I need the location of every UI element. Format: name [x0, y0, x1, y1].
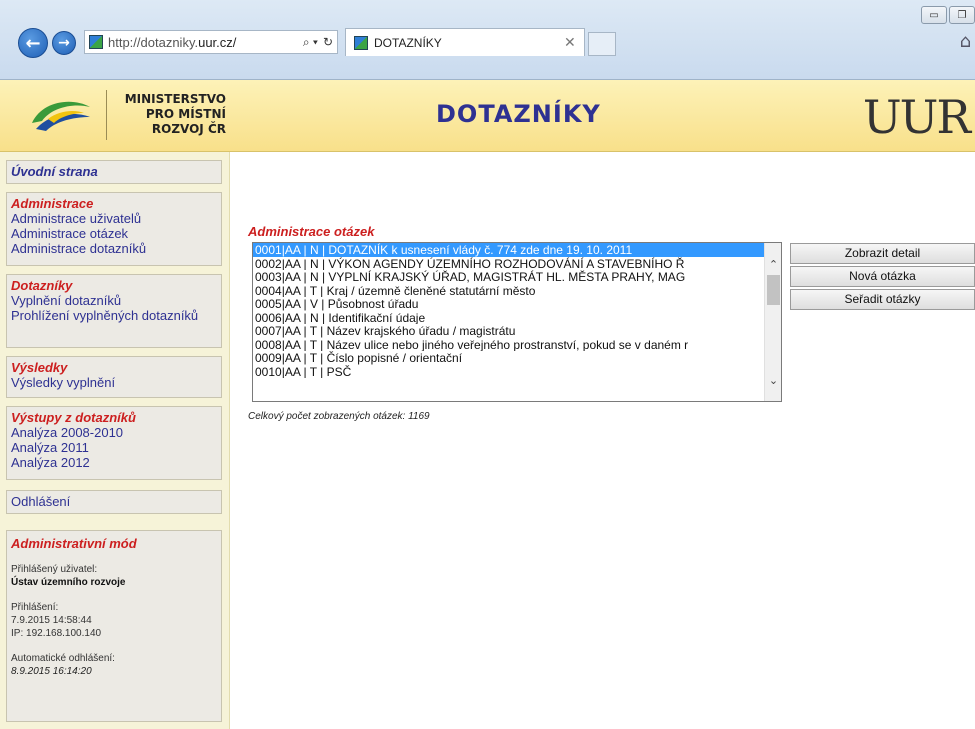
admin-mode-title: Administrativní mód	[11, 536, 137, 551]
list-item[interactable]: 0010|AA | T | PSČ	[253, 365, 765, 379]
sidebar-item-fill-questionnaires[interactable]: Vyplnění dotazníků	[11, 293, 217, 308]
sidebar-item-analysis-2011[interactable]: Analýza 2011	[11, 440, 217, 455]
sidebar-outputs-box: Výstupy z dotazníků Analýza 2008-2010 An…	[6, 406, 222, 480]
logo-separator	[106, 90, 107, 140]
login-time: 7.9.2015 14:58:44	[11, 615, 92, 626]
sidebar-section-admin[interactable]: Administrace	[11, 196, 217, 211]
scroll-up-icon[interactable]: ⌃	[765, 257, 781, 273]
new-question-button[interactable]: Nová otázka	[790, 266, 975, 287]
page-header: MINISTERSTVO PRO MÍSTNÍ ROZVOJ ČR DOTAZN…	[0, 80, 975, 152]
uur-logo: UUR	[862, 90, 971, 144]
logged-user-label: Přihlášený uživatel:	[11, 564, 98, 575]
login-label: Přihlášení:	[11, 602, 59, 613]
address-bar[interactable]: http://dotazniky.uur.cz/ ⌕ ▾ ↻	[84, 30, 338, 54]
ministry-logo-icon	[32, 101, 90, 131]
list-item[interactable]: 0003|AA | N | VYPLNÍ KRAJSKÝ ÚŘAD, MAGIS…	[253, 270, 765, 284]
list-item[interactable]: 0006|AA | N | Identifikační údaje	[253, 311, 765, 325]
main-content: Administrace otázek 0001|AA | N | DOTAZN…	[230, 152, 975, 729]
sidebar-item-admin-questions[interactable]: Administrace otázek	[11, 226, 217, 241]
scroll-down-icon[interactable]: ⌄	[765, 373, 781, 389]
sidebar-questionnaires-box: Dotazníky Vyplnění dotazníků Prohlížení …	[6, 274, 222, 348]
tab-favicon-icon	[354, 35, 368, 50]
sidebar-section-questionnaires[interactable]: Dotazníky	[11, 278, 217, 293]
browser-chrome: ▭ ❐ ← → http://dotazniky.uur.cz/ ⌕ ▾ ↻ D…	[0, 0, 975, 80]
sidebar-item-fill-results[interactable]: Výsledky vyplnění	[11, 375, 217, 390]
admin-mode-panel: Administrativní mód Přihlášený uživatel:…	[6, 530, 222, 722]
sidebar-section-outputs[interactable]: Výstupy z dotazníků	[11, 410, 217, 425]
logged-user-value: Ústav územního rozvoje	[11, 577, 126, 588]
list-item[interactable]: 0005|AA | V | Působnost úřadu	[253, 297, 765, 311]
sidebar-item-admin-users[interactable]: Administrace uživatelů	[11, 211, 217, 226]
minimize-icon[interactable]: ▭	[921, 6, 947, 24]
close-tab-icon[interactable]: ✕	[564, 34, 584, 51]
sidebar-item-admin-questionnaires[interactable]: Administrace dotazníků	[11, 241, 217, 256]
auto-logout-time: 8.9.2015 16:14:20	[11, 666, 92, 677]
sidebar-item-analysis-2012[interactable]: Analýza 2012	[11, 455, 217, 470]
list-item[interactable]: 0004|AA | T | Kraj / územně členěné stat…	[253, 284, 765, 298]
section-title: Administrace otázek	[248, 224, 375, 239]
list-item[interactable]: 0009|AA | T | Číslo popisné / orientační	[253, 351, 765, 365]
login-ip: IP: 192.168.100.140	[11, 628, 102, 639]
new-tab-button[interactable]	[588, 32, 616, 56]
restore-icon[interactable]: ❐	[949, 6, 975, 24]
sidebar-section-results[interactable]: Výsledky	[11, 360, 217, 375]
list-item[interactable]: 0007|AA | T | Název krajského úřadu / ma…	[253, 324, 765, 338]
refresh-icon[interactable]: ↻	[323, 35, 333, 49]
tab-title: DOTAZNÍKY	[374, 35, 442, 50]
listbox-scrollbar[interactable]: ⌃ ⌄	[764, 243, 781, 401]
list-item[interactable]: 0001|AA | N | DOTAZNÍK k usnesení vlády …	[253, 243, 765, 257]
list-item[interactable]: 0002|AA | N | VÝKON AGENDY ÚZEMNÍHO ROZH…	[253, 257, 765, 271]
home-icon[interactable]: ⌂	[960, 31, 971, 52]
sidebar-item-browse-filled[interactable]: Prohlížení vyplněných dotazníků	[11, 308, 217, 323]
sidebar-item-analysis-2008-2010[interactable]: Analýza 2008-2010	[11, 425, 217, 440]
sidebar-home-box: Úvodní strana	[6, 160, 222, 184]
auto-logout-label: Automatické odhlášení:	[11, 653, 115, 664]
scroll-thumb[interactable]	[767, 275, 780, 305]
back-button[interactable]: ←	[18, 28, 48, 58]
sidebar-results-box: Výsledky Výsledky vyplnění	[6, 356, 222, 398]
browser-tab[interactable]: DOTAZNÍKY ✕	[345, 28, 585, 56]
sidebar-item-home[interactable]: Úvodní strana	[11, 164, 217, 179]
search-icon[interactable]: ⌕ ▾	[303, 35, 318, 50]
questions-listbox[interactable]: 0001|AA | N | DOTAZNÍK k usnesení vlády …	[252, 242, 782, 402]
list-item[interactable]: 0008|AA | T | Název ulice nebo jiného ve…	[253, 338, 765, 352]
address-url: http://dotazniky.uur.cz/	[108, 34, 237, 50]
logout-link[interactable]: Odhlášení	[11, 494, 217, 509]
site-favicon-icon	[89, 35, 103, 49]
page-title: DOTAZNÍKY	[436, 100, 601, 128]
show-detail-button[interactable]: Zobrazit detail	[790, 243, 975, 264]
action-buttons: Zobrazit detail Nová otázka Seřadit otáz…	[790, 243, 975, 312]
window-controls: ▭ ❐	[921, 6, 975, 24]
sidebar-logout-box: Odhlášení	[6, 490, 222, 514]
forward-button[interactable]: →	[52, 31, 76, 55]
sidebar: Úvodní strana Administrace Administrace …	[0, 152, 230, 729]
ministry-name: MINISTERSTVO PRO MÍSTNÍ ROZVOJ ČR	[124, 92, 226, 136]
sort-questions-button[interactable]: Seřadit otázky	[790, 289, 975, 310]
sidebar-admin-box: Administrace Administrace uživatelů Admi…	[6, 192, 222, 266]
question-count: Celkový počet zobrazených otázek: 1169	[248, 411, 430, 422]
